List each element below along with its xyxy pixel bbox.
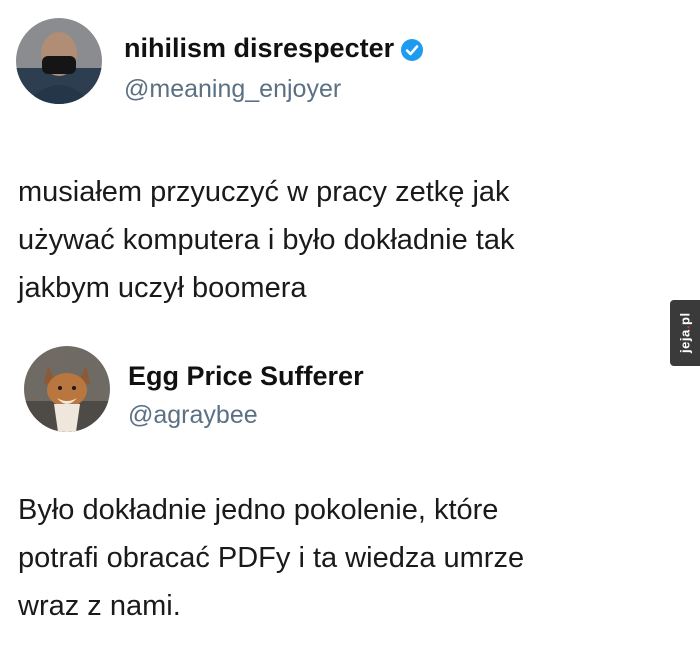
- post-2-text-line: wraz z nami.: [18, 590, 181, 622]
- post-2-text-line: potrafi obracać PDFy i ta wiedza umrze: [18, 542, 525, 574]
- verified-badge-icon: [401, 38, 424, 61]
- post-1-text-line: musiałem przyuczyć w pracy zetkę jak: [18, 176, 510, 208]
- display-name-text: nihilism disrespecter: [124, 33, 395, 63]
- avatar-post-2[interactable]: [24, 346, 110, 432]
- avatar-post-1[interactable]: [16, 18, 102, 104]
- handle-post-1[interactable]: @meaning_enjoyer: [124, 74, 341, 104]
- post-1-text-line: jakbym uczył boomera: [18, 272, 307, 304]
- display-name-post-1[interactable]: nihilism disrespecter: [124, 32, 424, 64]
- avatar-image-masked-man: [16, 18, 102, 104]
- post-1-text: musiałem przyuczyć w pracy zetkę jak uży…: [18, 168, 514, 312]
- watermark-dot: .: [677, 325, 693, 330]
- post-1-text-line: używać komputera i było dokładnie tak: [18, 224, 515, 256]
- display-name-post-2[interactable]: Egg Price Sufferer: [128, 360, 364, 392]
- post-2-text-line: Było dokładnie jedno pokolenie, które: [18, 494, 499, 526]
- post-1: nihilism disrespecter @meaning_enjoyer m…: [0, 0, 700, 320]
- avatar-image-fox: [24, 346, 110, 432]
- post-2: Egg Price Sufferer @agraybee Było dokład…: [0, 330, 700, 669]
- post-2-text: Było dokładnie jedno pokolenie, które po…: [18, 486, 524, 630]
- handle-post-2[interactable]: @agraybee: [128, 400, 258, 430]
- watermark-tld: pl: [677, 312, 693, 326]
